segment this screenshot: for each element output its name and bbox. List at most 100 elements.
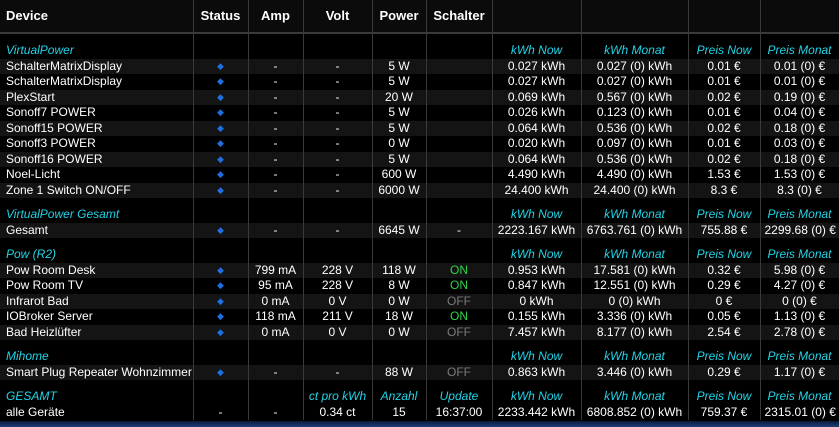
cell-amp: 118 mA: [248, 309, 304, 325]
switch-on-toggle[interactable]: ON: [426, 262, 493, 278]
header-device[interactable]: Device: [0, 0, 194, 34]
device-row: Sonoff15 POWER ◆ - -5 W 0.064 kWh 0.536 (0) k…: [0, 120, 839, 136]
switch-off-toggle[interactable]: OFF: [426, 293, 493, 309]
cell-kwh-monat: 17.581 (0) kWh: [581, 262, 689, 278]
spacer-row: [0, 238, 839, 247]
cell-kwh-now: 0.953 kWh: [492, 262, 582, 278]
section-header-row: VirtualPower kWh Now kWh Monat Preis Now Pre…: [0, 43, 839, 59]
header-schalter[interactable]: Schalter: [426, 0, 493, 34]
header-volt[interactable]: Volt: [303, 0, 373, 34]
status-diamond-icon: ◆: [193, 151, 249, 167]
switch-on-toggle[interactable]: ON: [426, 309, 493, 325]
cell-schalter: -: [426, 222, 493, 238]
cell-preis-now: 8.3 €: [688, 182, 761, 198]
status-diamond-icon: ◆: [193, 222, 249, 238]
cell-preis-now: 0.32 €: [688, 262, 761, 278]
cell-preis-now: 0.05 €: [688, 309, 761, 325]
section-empty-cell: [372, 43, 427, 59]
cell-power: 15: [372, 404, 427, 420]
spacer-cell: [426, 340, 493, 349]
spacer-cell: [688, 33, 761, 43]
cell-amp: -: [248, 182, 304, 198]
cell-volt: -: [303, 364, 373, 380]
cell-kwh-now: 0.026 kWh: [492, 105, 582, 121]
spacer-cell: [0, 198, 194, 207]
cell-volt: -: [303, 74, 373, 90]
gesamt-header-row: GESAMT ct pro kWh Anzahl Update kWh Now kWh M…: [0, 389, 839, 405]
device-row: Pow Room TV ◆ 95 mA 228 V8 W ON 0.847 kWh 12.5…: [0, 278, 839, 294]
status-diamond-icon: ◆: [193, 324, 249, 340]
cell-kwh-monat: 3.446 (0) kWh: [581, 364, 689, 380]
spacer-cell: [248, 380, 304, 389]
cell-schalter: [426, 136, 493, 152]
cell-kwh-monat: 6763.761 (0) kWh: [581, 222, 689, 238]
switch-off-toggle[interactable]: OFF: [426, 364, 493, 380]
spacer-cell: [303, 380, 373, 389]
cell-kwh-now: 0.863 kWh: [492, 364, 582, 380]
cell-preis-now: 0.01 €: [688, 74, 761, 90]
section-label: kWh Monat: [581, 207, 689, 223]
gesamt-label-schalter: Update: [426, 389, 493, 405]
cell-preis-monat: 0.18 (0) €: [760, 120, 839, 136]
section-empty-cell: [248, 349, 304, 365]
device-name: SchalterMatrixDisplay: [0, 74, 194, 90]
section-empty-cell: [426, 43, 493, 59]
cell-amp: 95 mA: [248, 278, 304, 294]
spacer-cell: [372, 238, 427, 247]
cell-preis-monat: 0.03 (0) €: [760, 136, 839, 152]
spacer-row: [0, 33, 839, 43]
cell-amp: -: [248, 89, 304, 105]
cell-kwh-now: 0 kWh: [492, 293, 582, 309]
cell-amp: -: [248, 74, 304, 90]
spacer-cell: [760, 380, 839, 389]
section-title: VirtualPower: [0, 43, 194, 59]
spacer-cell: [581, 238, 689, 247]
cell-power: 5 W: [372, 120, 427, 136]
device-row: PlexStart ◆ - -20 W 0.069 kWh 0.567 (0) kWh 0.…: [0, 89, 839, 105]
header-status[interactable]: Status: [193, 0, 249, 34]
device-name: IOBroker Server: [0, 309, 194, 325]
cell-schalter: [426, 182, 493, 198]
header-power[interactable]: Power: [372, 0, 427, 34]
spacer-cell: [688, 238, 761, 247]
status-diamond-icon: ◆: [193, 74, 249, 90]
spacer-cell: [688, 198, 761, 207]
cell-kwh-now: 2233.442 kWh: [492, 404, 582, 420]
cell-amp: -: [248, 222, 304, 238]
cell-preis-monat: 1.17 (0) €: [760, 364, 839, 380]
cell-power: 5 W: [372, 58, 427, 74]
section-empty-cell: [193, 247, 249, 263]
section-empty-cell: [303, 349, 373, 365]
switch-on-toggle[interactable]: ON: [426, 278, 493, 294]
spacer-cell: [248, 238, 304, 247]
section-empty-cell: [426, 247, 493, 263]
cell-preis-now: 0.01 €: [688, 58, 761, 74]
switch-off-toggle[interactable]: OFF: [426, 324, 493, 340]
spacer-cell: [193, 340, 249, 349]
section-label: Preis Monat: [760, 43, 839, 59]
spacer-cell: [760, 340, 839, 349]
cell-power: 118 W: [372, 262, 427, 278]
cell-power: 20 W: [372, 89, 427, 105]
cell-amp: -: [248, 136, 304, 152]
section-empty-cell: [193, 43, 249, 59]
cell-kwh-now: 0.069 kWh: [492, 89, 582, 105]
header-empty-4: [760, 0, 839, 34]
cell-kwh-now: 0.847 kWh: [492, 278, 582, 294]
cell-kwh-now: 0.027 kWh: [492, 58, 582, 74]
cell-amp: -: [248, 105, 304, 121]
table-body: VirtualPower kWh Now kWh Monat Preis Now Pre…: [0, 33, 839, 420]
cell-volt: 211 V: [303, 309, 373, 325]
device-name: PlexStart: [0, 89, 194, 105]
cell-power: 600 W: [372, 167, 427, 183]
cell-kwh-monat: 0.027 (0) kWh: [581, 74, 689, 90]
spacer-cell: [426, 33, 493, 43]
cell-preis-now: 2.54 €: [688, 324, 761, 340]
cell-kwh-now: 0.064 kWh: [492, 120, 582, 136]
cell-kwh-monat: 3.336 (0) kWh: [581, 309, 689, 325]
cell-preis-monat: 2299.68 (0) €: [760, 222, 839, 238]
cell-schalter: [426, 58, 493, 74]
device-name: Sonoff7 POWER: [0, 105, 194, 121]
header-amp[interactable]: Amp: [248, 0, 304, 34]
cell-volt: -: [303, 222, 373, 238]
